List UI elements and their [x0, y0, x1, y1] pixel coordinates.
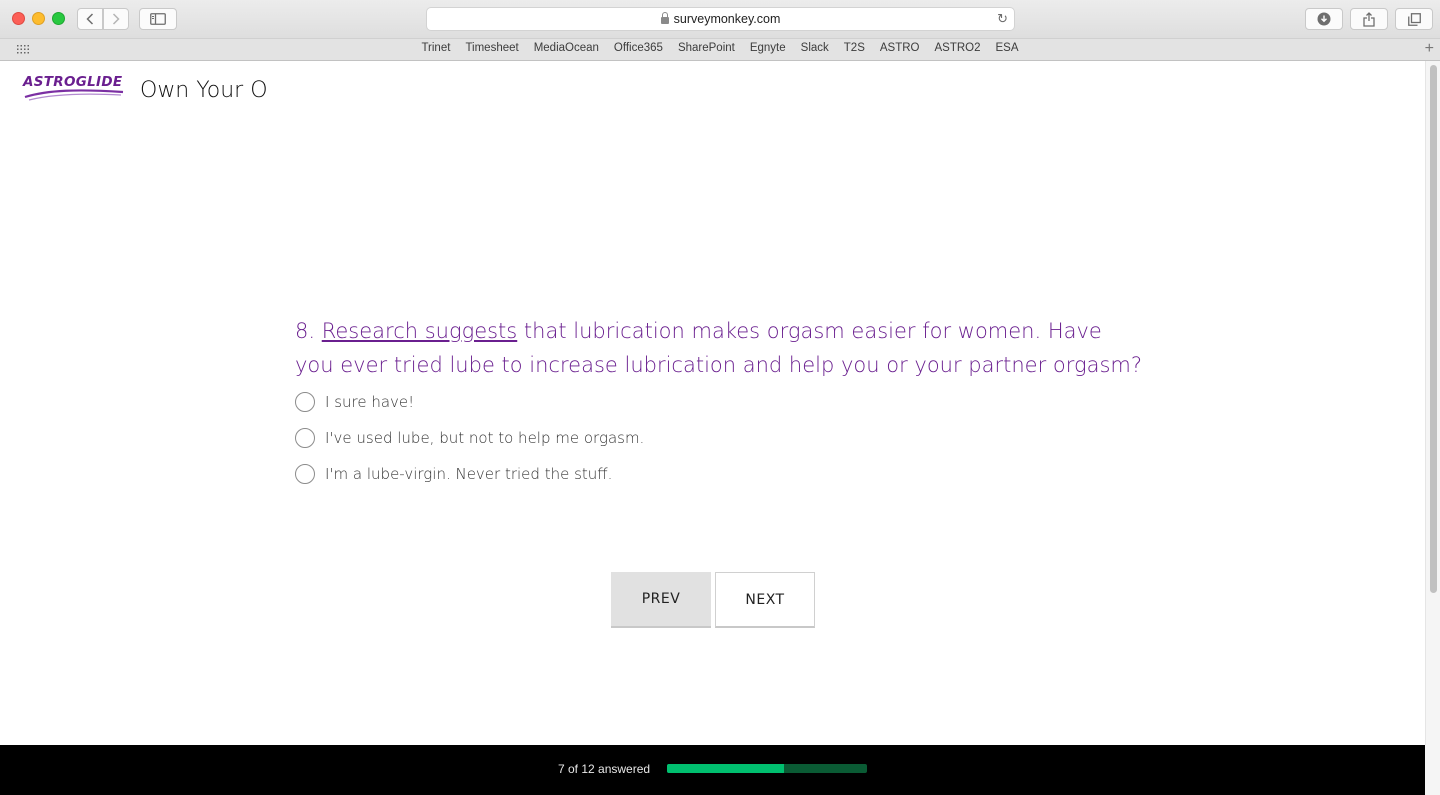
bookmark-item[interactable]: ASTRO2 — [927, 42, 988, 54]
bookmark-item[interactable]: Trinet — [414, 42, 458, 54]
bookmark-item[interactable]: T2S — [836, 42, 872, 54]
option-label[interactable]: I've used lube, but not to help me orgas… — [325, 429, 644, 447]
next-button[interactable]: NEXT — [715, 572, 815, 628]
chevron-left-icon — [86, 13, 94, 25]
forward-button[interactable] — [103, 8, 129, 30]
option-label[interactable]: I sure have! — [325, 393, 414, 411]
answer-option[interactable]: I sure have! — [295, 392, 414, 412]
bookmark-item[interactable]: Egnyte — [742, 42, 793, 54]
question-text: 8. Research suggests that lubrication ma… — [295, 314, 1145, 382]
maximize-window-button[interactable] — [52, 12, 65, 25]
share-button[interactable] — [1350, 8, 1388, 30]
bookmark-item[interactable]: ASTRO — [872, 42, 927, 54]
bookmark-list: Trinet Timesheet MediaOcean Office365 Sh… — [0, 42, 1440, 54]
reload-icon[interactable]: ↻ — [997, 11, 1008, 27]
bookmark-item[interactable]: Slack — [793, 42, 836, 54]
chevron-right-icon — [112, 13, 120, 25]
progress-bar-fill — [667, 764, 784, 773]
bookmark-item[interactable]: MediaOcean — [526, 42, 606, 54]
page-scrollbar[interactable] — [1425, 61, 1440, 745]
share-icon — [1363, 11, 1375, 27]
show-tabs-button[interactable] — [1395, 8, 1433, 30]
progress-label: 7 of 12 answered — [558, 762, 651, 776]
astroglide-logo: ASTROGLIDE — [23, 74, 125, 104]
new-tab-plus-icon[interactable]: + — [1425, 40, 1434, 58]
option-label[interactable]: I'm a lube-virgin. Never tried the stuff… — [325, 465, 612, 483]
question-number: 8. — [295, 319, 316, 343]
scrollbar-thumb[interactable] — [1430, 65, 1437, 593]
radio-button[interactable] — [295, 392, 315, 412]
answer-option[interactable]: I've used lube, but not to help me orgas… — [295, 428, 644, 448]
prev-button[interactable]: PREV — [611, 572, 711, 628]
address-bar[interactable]: surveymonkey.com ↻ — [426, 7, 1015, 31]
url-text: surveymonkey.com — [673, 12, 781, 26]
logo-swoosh-icon — [24, 89, 124, 101]
radio-button[interactable] — [295, 428, 315, 448]
bookmark-item[interactable]: ESA — [988, 42, 1026, 54]
sidebar-icon — [150, 13, 166, 25]
sidebar-toggle-button[interactable] — [139, 8, 177, 30]
progress-bar — [667, 764, 867, 773]
minimize-window-button[interactable] — [32, 12, 45, 25]
answer-option[interactable]: I'm a lube-virgin. Never tried the stuff… — [295, 464, 612, 484]
footer-scroll-gap — [1425, 745, 1440, 795]
bookmark-item[interactable]: Timesheet — [458, 42, 526, 54]
close-window-button[interactable] — [12, 12, 25, 25]
browser-toolbar: surveymonkey.com ↻ — [0, 0, 1440, 38]
back-button[interactable] — [77, 8, 103, 30]
progress-footer: 7 of 12 answered — [0, 745, 1425, 795]
radio-button[interactable] — [295, 464, 315, 484]
download-icon — [1317, 12, 1331, 26]
research-link[interactable]: Research suggests — [322, 319, 518, 343]
tabs-icon — [1407, 12, 1421, 26]
survey-title: Own Your O — [140, 78, 268, 103]
bookmark-item[interactable]: Office365 — [606, 42, 670, 54]
bookmarks-bar: Trinet Timesheet MediaOcean Office365 Sh… — [0, 38, 1440, 61]
downloads-button[interactable] — [1305, 8, 1343, 30]
lock-icon — [660, 11, 669, 24]
survey-page: ASTROGLIDE Own Your O 8. Research sugges… — [0, 61, 1425, 745]
bookmark-item[interactable]: SharePoint — [670, 42, 742, 54]
